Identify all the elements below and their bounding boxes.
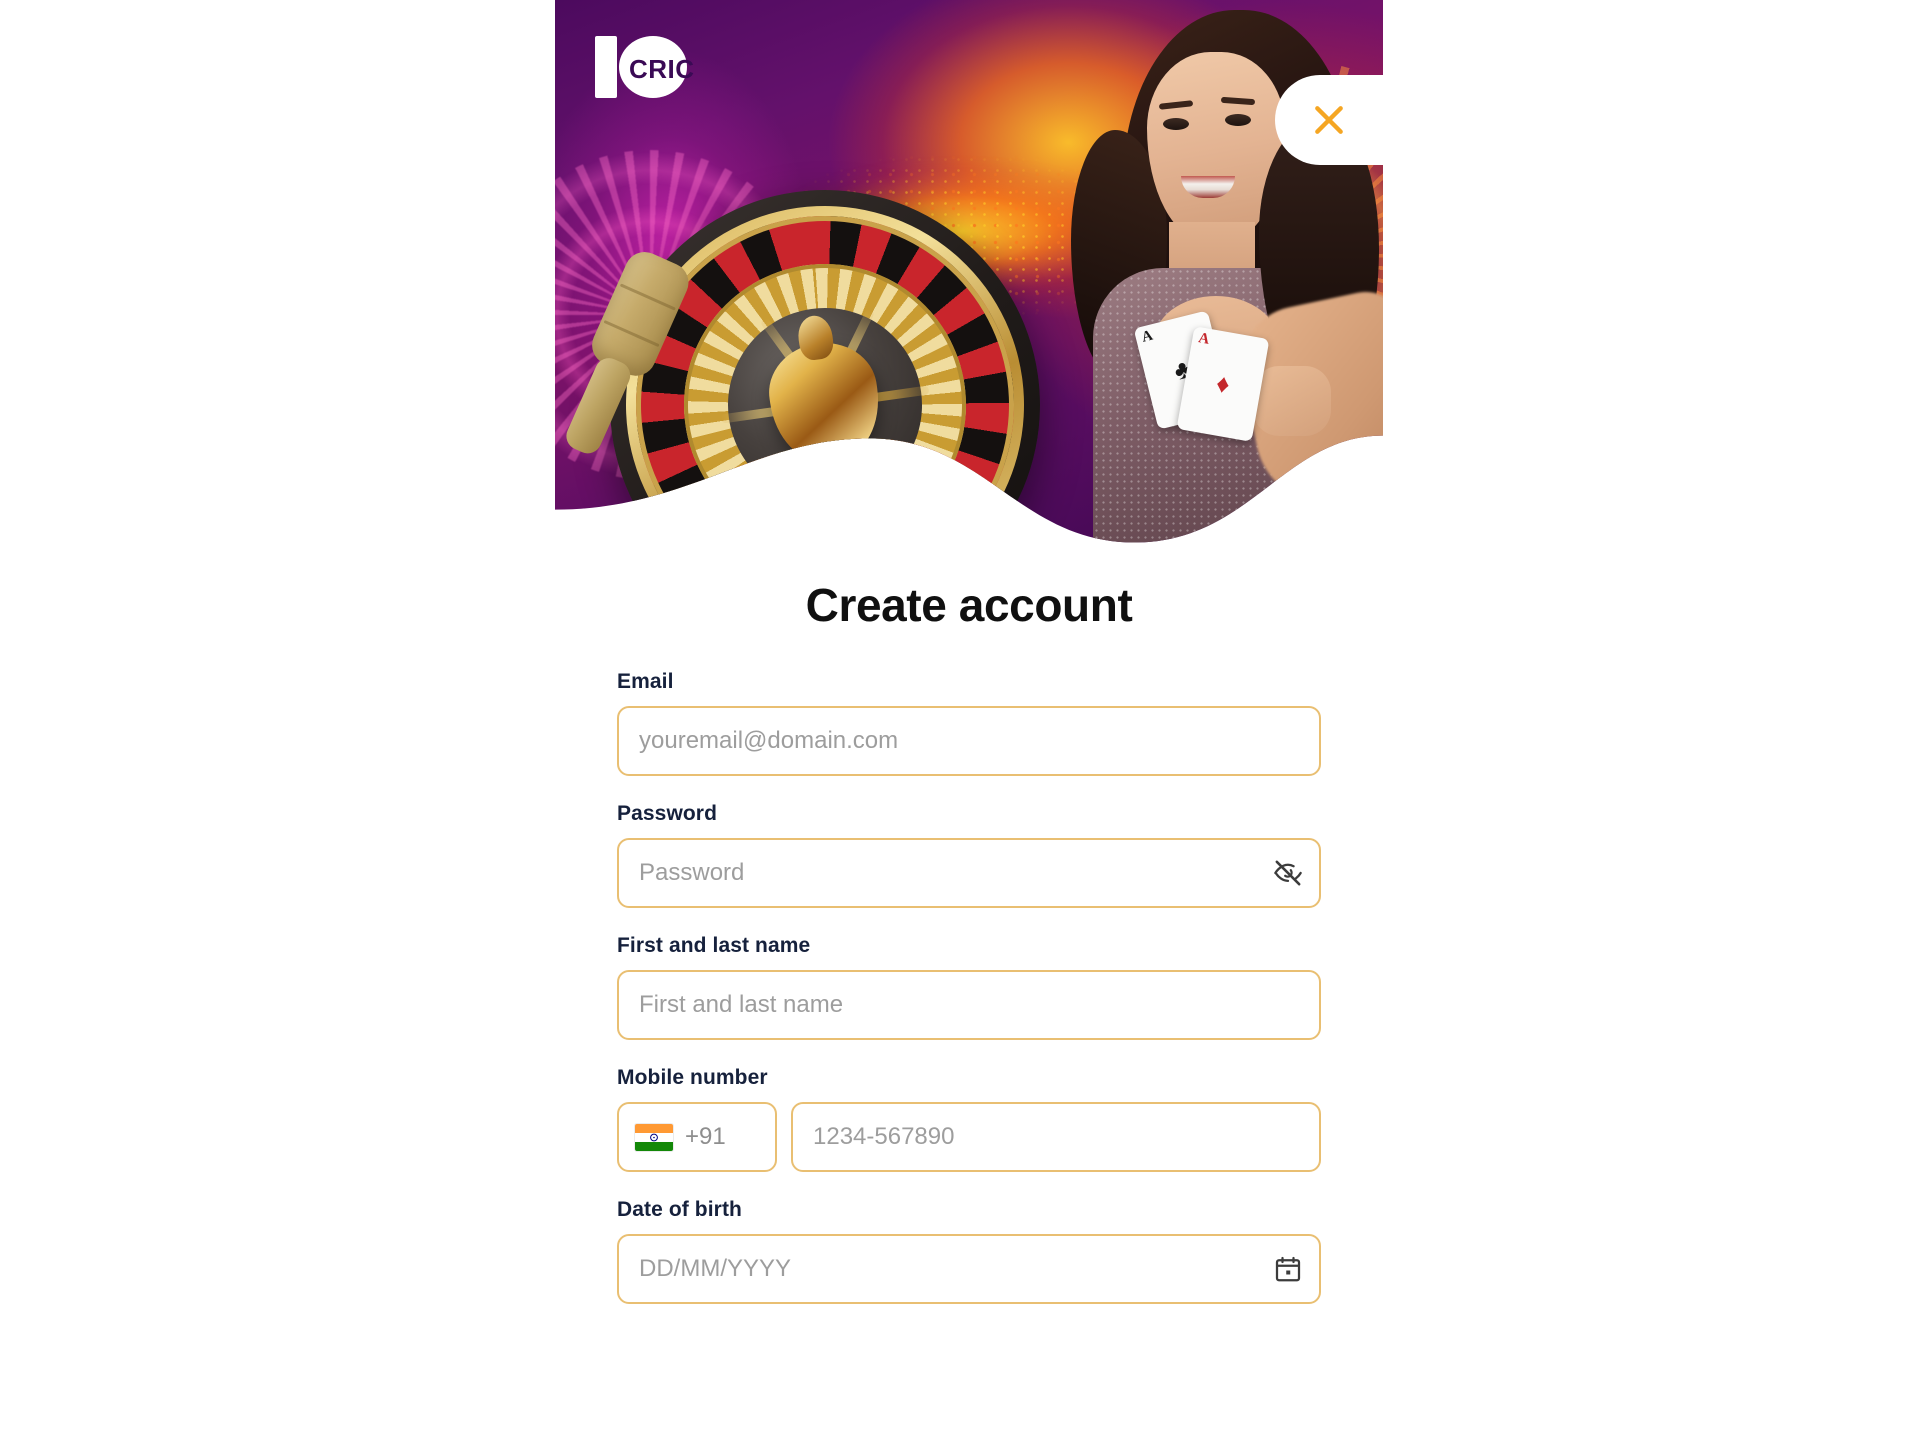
password-label: Password [617, 802, 718, 825]
field-date-of-birth: Date of birth [617, 1198, 1321, 1304]
password-visibility-toggle[interactable] [1257, 840, 1319, 906]
dealer-eye [1163, 118, 1189, 130]
svg-text:CRIC: CRIC [629, 54, 695, 84]
mobile-number-input[interactable] [793, 1104, 1319, 1170]
email-label: Email [617, 670, 674, 693]
date-picker-button[interactable] [1257, 1236, 1319, 1302]
page-root: A ♣ A ♦ CRIC Create account Email yourem… [0, 0, 1920, 1440]
close-icon [1315, 106, 1343, 134]
close-button[interactable] [1275, 75, 1383, 165]
signup-form: Create account Email Password [555, 548, 1383, 1330]
mobile-number-row: +91 [617, 1102, 1321, 1172]
playing-cards-graphic: A ♣ A ♦ [1145, 318, 1285, 448]
brand-logo: CRIC [593, 30, 711, 104]
password-input[interactable] [619, 840, 1257, 906]
field-mobile-number: Mobile number +91 [617, 1066, 1321, 1172]
page-title: Create account [805, 579, 1133, 631]
mobile-number-input-wrap[interactable] [791, 1102, 1321, 1172]
date-of-birth-input-wrap[interactable] [617, 1234, 1321, 1304]
card-rank-label: A [1140, 327, 1155, 346]
field-email: Email [617, 670, 1321, 776]
gavel-shaft [562, 354, 635, 458]
dealer-eye [1225, 114, 1251, 126]
ace-of-diamonds-card: A ♦ [1177, 326, 1270, 442]
email-input-wrap[interactable] [617, 706, 1321, 776]
full-name-input-wrap[interactable] [617, 970, 1321, 1040]
field-full-name: First and last name [617, 934, 1321, 1040]
field-password: Password [617, 802, 1321, 908]
create-account-modal: A ♣ A ♦ CRIC Create account Email yourem… [555, 0, 1383, 1440]
calendar-icon [1275, 1256, 1301, 1282]
card-suit-icon: ♦ [1213, 367, 1233, 400]
card-rank-label: A [1197, 330, 1211, 348]
email-input[interactable] [619, 708, 1319, 774]
country-code-selector[interactable]: +91 [617, 1102, 777, 1172]
india-flag-icon [635, 1123, 673, 1151]
eye-off-icon [1274, 860, 1302, 886]
mobile-number-label: Mobile number [617, 1066, 768, 1089]
date-of-birth-label: Date of birth [617, 1198, 742, 1221]
date-of-birth-input[interactable] [619, 1236, 1257, 1302]
password-input-wrap[interactable] [617, 838, 1321, 908]
full-name-input[interactable] [619, 972, 1319, 1038]
full-name-label: First and last name [617, 934, 811, 957]
hero-banner: A ♣ A ♦ CRIC [555, 0, 1383, 548]
country-code-label: +91 [685, 1123, 726, 1150]
